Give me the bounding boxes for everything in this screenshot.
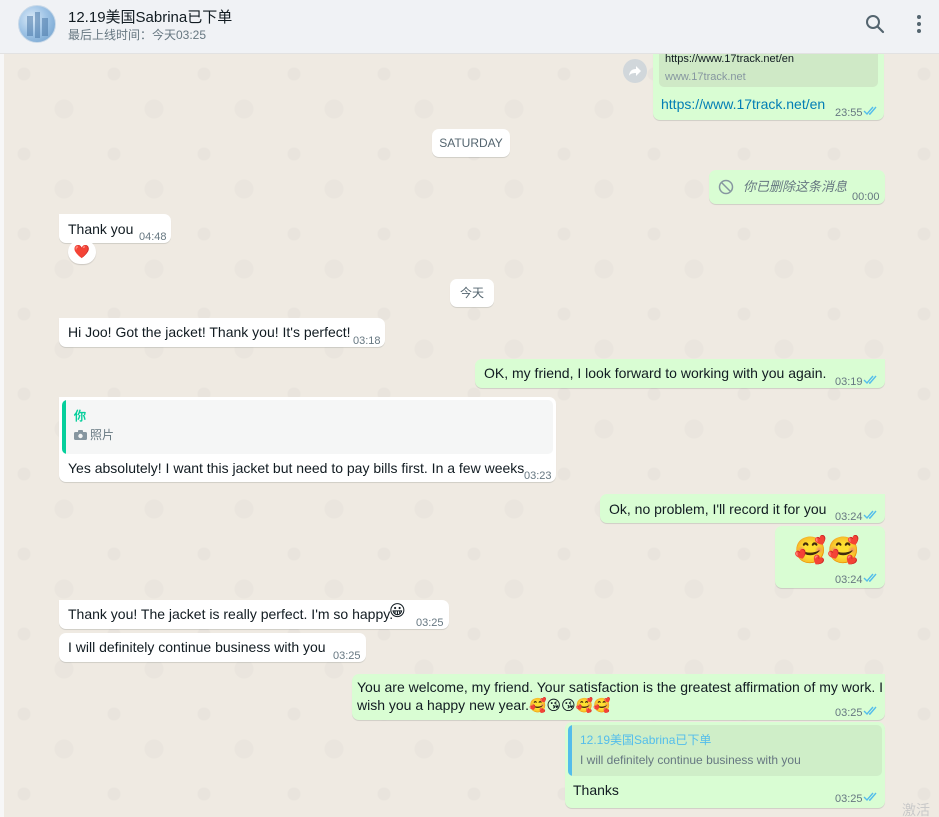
read-receipt-icon	[863, 510, 877, 520]
message-text: Thank you	[68, 221, 134, 237]
incoming-reply-message[interactable]: 你 照片 Yes absolutely! I want this jacket …	[59, 397, 556, 482]
emoji-text: 🥰🥰	[794, 535, 861, 565]
emoji-row: 🥰😘😘🥰🥰	[529, 697, 611, 713]
message-time: 03:25	[835, 793, 863, 805]
chat-header: 12.19美国Sabrina已下单 最后上线时间：今天03:25	[0, 0, 939, 54]
message-time: 23:55	[835, 107, 863, 119]
message-time: 03:19	[835, 376, 863, 388]
message-text: Thanks	[573, 782, 619, 798]
camera-icon	[74, 430, 87, 440]
blocked-icon	[718, 179, 734, 195]
message-time: 03:23	[524, 470, 552, 482]
message-text: Thank you! The jacket is really perfect.…	[68, 606, 394, 622]
outgoing-reply-message[interactable]: 12.19美国Sabrina已下单 I will definitely cont…	[565, 722, 885, 808]
incoming-message[interactable]: Hi Joo! Got the jacket! Thank you! It's …	[59, 318, 385, 347]
message-time: 03:25	[835, 707, 863, 719]
outgoing-message[interactable]: OK, my friend, I look forward to working…	[475, 359, 885, 388]
reaction-heart[interactable]: ❤️	[68, 240, 96, 264]
outgoing-message[interactable]: You are welcome, my friend. Your satisfa…	[352, 674, 885, 720]
quoted-message[interactable]: 你 照片	[62, 400, 553, 454]
outgoing-message[interactable]: Ok, no problem, I'll record it for you 0…	[600, 494, 885, 523]
read-receipt-icon	[863, 573, 877, 583]
outgoing-emoji-message[interactable]: 🥰🥰 03:24	[775, 526, 885, 588]
message-text-line1: You are welcome, my friend. Your satisfa…	[357, 679, 884, 695]
message-text-line2: wish you a happy new year.	[357, 697, 529, 713]
chat-area[interactable]: https://www.17track.net/en www.17track.n…	[4, 54, 939, 817]
message-text: Ok, no problem, I'll record it for you	[609, 501, 827, 517]
read-receipt-icon	[863, 375, 877, 385]
message-link[interactable]: https://www.17track.net/en	[661, 95, 825, 113]
last-seen-status: 最后上线时间：今天03:25	[68, 28, 207, 42]
deleted-message-text: 你已删除这条消息	[743, 179, 848, 194]
quote-text: 照片	[90, 428, 115, 442]
message-time: 00:00	[852, 191, 880, 203]
message-time: 03:24	[835, 574, 863, 586]
date-separator: SATURDAY	[432, 129, 510, 157]
menu-icon[interactable]	[907, 12, 931, 36]
date-separator: 今天	[450, 279, 494, 307]
corner-watermark: 激活	[902, 802, 930, 817]
deleted-message[interactable]: 你已删除这条消息 00:00	[709, 170, 885, 204]
incoming-message[interactable]: Thank you 04:48	[59, 214, 171, 243]
message-time: 04:48	[139, 231, 167, 243]
message-text: OK, my friend, I look forward to working…	[484, 365, 827, 381]
search-icon[interactable]	[863, 12, 887, 36]
message-text: Hi Joo! Got the jacket! Thank you! It's …	[68, 324, 351, 340]
message-time: 03:18	[353, 335, 381, 347]
message-time: 03:24	[835, 511, 863, 523]
forward-icon[interactable]	[623, 59, 647, 83]
quoted-message[interactable]: 12.19美国Sabrina已下单 I will definitely cont…	[568, 725, 882, 776]
incoming-message[interactable]: I will definitely continue business with…	[59, 633, 366, 662]
link-preview-url: https://www.17track.net/en	[665, 54, 795, 65]
message-time: 03:25	[416, 617, 444, 629]
read-receipt-icon	[863, 706, 877, 716]
emoji-grin: 😀	[389, 603, 406, 620]
link-preview-domain: www.17track.net	[665, 71, 746, 83]
quote-author: 你	[74, 409, 87, 423]
message-time: 03:25	[333, 650, 361, 662]
quote-text: I will definitely continue business with…	[580, 753, 801, 767]
message-text: I will definitely continue business with…	[68, 639, 326, 655]
quote-author: 12.19美国Sabrina已下单	[580, 733, 712, 747]
read-receipt-icon	[863, 106, 877, 116]
contact-avatar[interactable]	[18, 5, 56, 43]
message-text: Yes absolutely! I want this jacket but n…	[68, 460, 525, 476]
link-preview-message[interactable]: https://www.17track.net/en www.17track.n…	[653, 54, 884, 120]
incoming-message[interactable]: Thank you! The jacket is really perfect.…	[59, 600, 449, 629]
read-receipt-icon	[863, 792, 877, 802]
contact-name[interactable]: 12.19美国Sabrina已下单	[68, 6, 232, 27]
link-preview-card[interactable]: https://www.17track.net/en www.17track.n…	[659, 54, 878, 87]
